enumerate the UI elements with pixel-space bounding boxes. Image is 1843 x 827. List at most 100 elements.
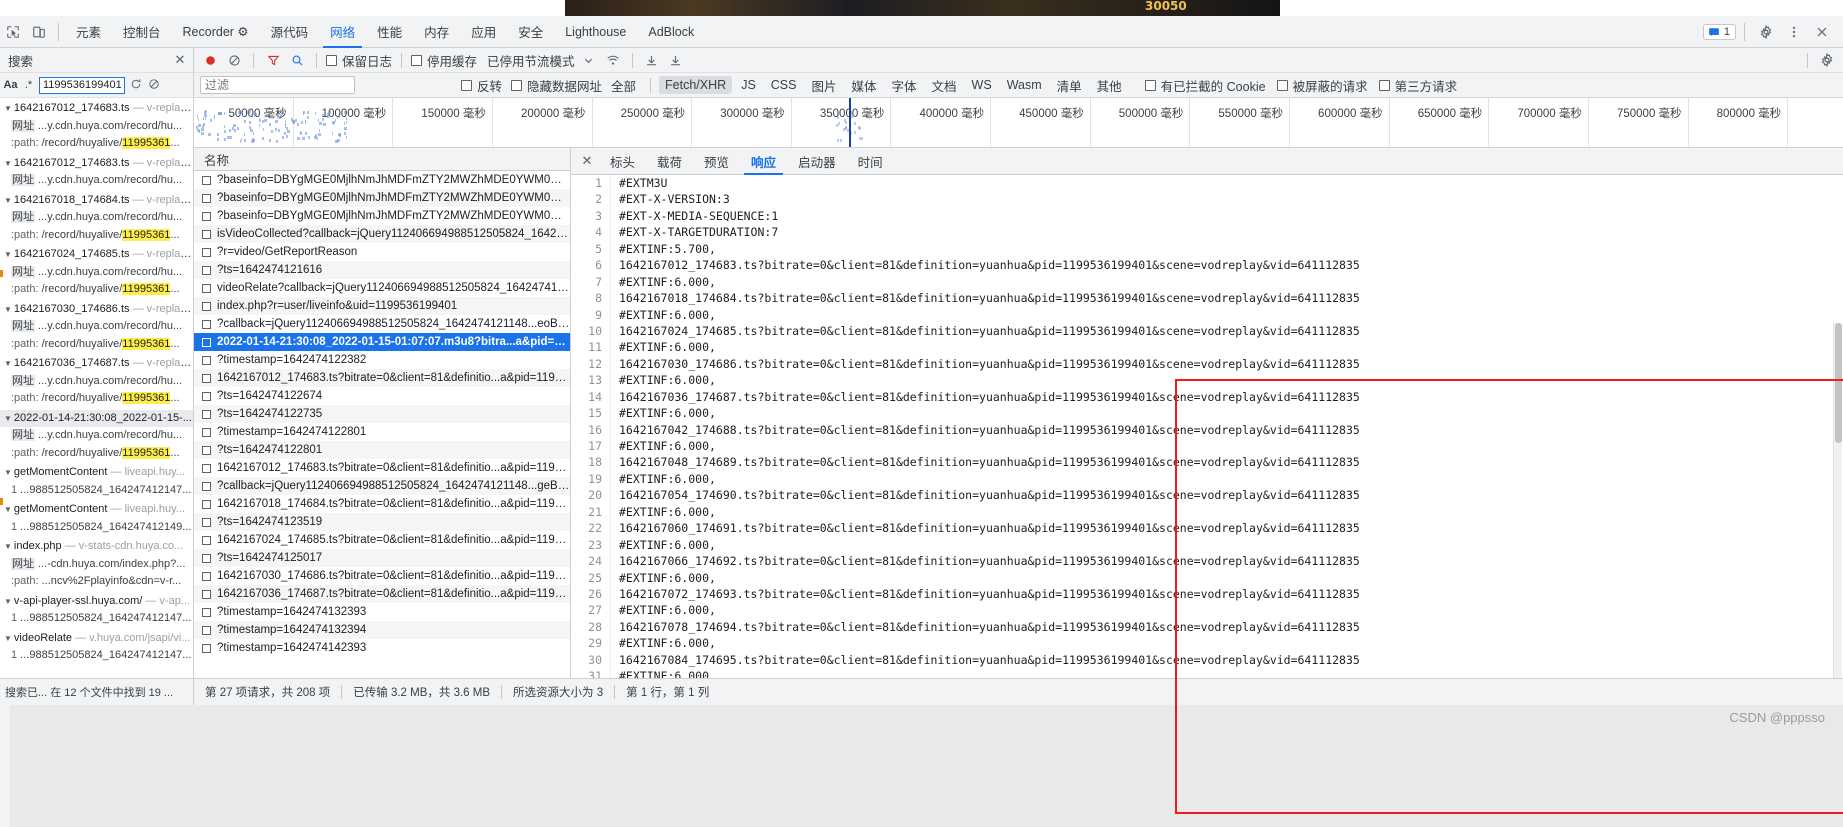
chevron-down-icon[interactable]: ▼: [4, 104, 12, 113]
search-result-header[interactable]: ▼ index.php — v-stats-cdn.huya.co...: [0, 538, 193, 556]
search-result-group[interactable]: ▼ getMomentContent — liveapi.huy... 1 ...9…: [0, 499, 193, 536]
search-result-group[interactable]: ▼ 1642167018_174684.ts — v-replay... 网址 ..…: [0, 190, 193, 245]
table-row[interactable]: 1642167012_174683.ts?bitrate=0&client=81…: [194, 369, 570, 387]
table-row[interactable]: 1642167018_174684.ts?bitrate=0&client=81…: [194, 495, 570, 513]
filter-type-css[interactable]: CSS: [765, 76, 803, 94]
export-har-icon[interactable]: [666, 50, 686, 70]
filter-type-fetchxhr[interactable]: Fetch/XHR: [659, 76, 732, 94]
search-result-header[interactable]: ▼ 1642167012_174683.ts — v-replay...: [0, 155, 193, 173]
search-result-line[interactable]: :path: /record/huyalive/11995361...: [0, 227, 193, 245]
table-row[interactable]: ?r=video/GetReportReason: [194, 243, 570, 261]
table-row[interactable]: ?ts=1642474125017: [194, 549, 570, 567]
message-count-badge[interactable]: 1: [1703, 24, 1736, 40]
filter-type-font[interactable]: 字体: [886, 74, 923, 97]
table-row[interactable]: ?ts=1642474121616: [194, 261, 570, 279]
match-case-button[interactable]: Aa: [3, 79, 18, 91]
filter-type-doc[interactable]: 文档: [926, 74, 963, 97]
throttling-label[interactable]: 已停用节流模式: [487, 51, 575, 70]
network-conditions-icon[interactable]: [603, 50, 623, 70]
search-result-header[interactable]: ▼ 1642167018_174684.ts — v-replay...: [0, 192, 193, 210]
search-result-group[interactable]: ▼ getMomentContent — liveapi.huy... 1 ...9…: [0, 462, 193, 499]
search-result-line[interactable]: :path: /record/huyalive/11995361...: [0, 135, 193, 153]
tab-memory[interactable]: 内存: [413, 16, 460, 48]
search-result-header[interactable]: ▼ 2022-01-14-21:30:08_2022-01-15-...: [0, 410, 193, 428]
search-result-line[interactable]: 网址 ...y.cdn.huya.com/record/hu...: [0, 172, 193, 190]
table-row[interactable]: ?callback=jQuery112406694988512505824_16…: [194, 477, 570, 495]
tab-console[interactable]: 控制台: [112, 16, 172, 48]
chevron-down-icon[interactable]: ▼: [4, 305, 12, 314]
preserve-log-checkbox[interactable]: 保留日志: [326, 51, 392, 70]
table-row[interactable]: index.php?r=user/liveinfo&uid=1199536199…: [194, 297, 570, 315]
table-row[interactable]: 2022-01-14-21:30:08_2022-01-15-01:07:07.…: [194, 333, 570, 351]
search-result-line[interactable]: 1 ...988512505824_164247412149...: [0, 519, 193, 537]
blocked-requests-checkbox[interactable]: 被屏蔽的请求: [1277, 76, 1368, 95]
table-row[interactable]: ?baseinfo=DBYgMGE0MjlhNmJhMDFmZTY2MWZhMD…: [194, 171, 570, 189]
invert-checkbox[interactable]: 反转: [461, 76, 502, 95]
third-party-checkbox[interactable]: 第三方请求: [1379, 76, 1458, 95]
table-row[interactable]: 1642167012_174683.ts?bitrate=0&client=81…: [194, 459, 570, 477]
detail-tab-timing[interactable]: 时间: [847, 148, 894, 175]
tab-security[interactable]: 安全: [507, 16, 554, 48]
close-icon[interactable]: ✕: [171, 52, 189, 68]
search-result-group[interactable]: ▼ 1642167012_174683.ts — v-replay... 网址 ..…: [0, 153, 193, 190]
chevron-down-icon[interactable]: ▼: [4, 359, 12, 368]
hide-data-urls-checkbox[interactable]: 隐藏数据网址: [511, 76, 602, 95]
search-result-line[interactable]: 1 ...988512505824_164247412147...: [0, 647, 193, 665]
close-icon[interactable]: [1809, 20, 1835, 44]
search-result-header[interactable]: ▼ getMomentContent — liveapi.huy...: [0, 501, 193, 519]
chevron-down-icon[interactable]: ▼: [4, 542, 12, 551]
disable-cache-checkbox[interactable]: 停用缓存: [411, 51, 477, 70]
chevron-down-icon[interactable]: ▼: [4, 250, 12, 259]
search-result-group[interactable]: ▼ 1642167030_174686.ts — v-replay... 网址 ..…: [0, 299, 193, 354]
table-row[interactable]: 1642167036_174687.ts?bitrate=0&client=81…: [194, 585, 570, 603]
filter-type-ws[interactable]: WS: [966, 76, 998, 94]
device-toolbar-icon[interactable]: [26, 20, 52, 44]
tab-elements[interactable]: 元素: [65, 16, 112, 48]
search-result-line[interactable]: :path: ...ncv%2Fplayinfo&cdn=v-r...: [0, 573, 193, 591]
search-result-line[interactable]: 1 ...988512505824_164247412147...: [0, 482, 193, 500]
table-row[interactable]: ?baseinfo=DBYgMGE0MjlhNmJhMDFmZTY2MWZhMD…: [194, 189, 570, 207]
table-row[interactable]: ?ts=1642474122735: [194, 405, 570, 423]
tab-application[interactable]: 应用: [460, 16, 507, 48]
search-result-group[interactable]: ▼ v-api-player-ssl.huya.com/ — v-ap... 1 .…: [0, 591, 193, 628]
search-result-line[interactable]: :path: /record/huyalive/11995361...: [0, 281, 193, 299]
tab-network[interactable]: 网络: [319, 16, 366, 48]
gear-icon[interactable]: [1753, 20, 1779, 44]
table-row[interactable]: ?baseinfo=DBYgMGE0MjlhNmJhMDFmZTY2MWZhMD…: [194, 207, 570, 225]
request-list-pane[interactable]: 名称 ?baseinfo=DBYgMGE0MjlhNmJhMDFmZTY2MWZ…: [194, 148, 571, 678]
search-result-header[interactable]: ▼ 1642167030_174686.ts — v-replay...: [0, 301, 193, 319]
import-har-icon[interactable]: [642, 50, 662, 70]
table-row[interactable]: ?ts=1642474123519: [194, 513, 570, 531]
table-row[interactable]: ?timestamp=1642474122801: [194, 423, 570, 441]
table-row[interactable]: ?timestamp=1642474132394: [194, 621, 570, 639]
table-row[interactable]: ?timestamp=1642474122382: [194, 351, 570, 369]
search-result-group[interactable]: ▼ index.php — v-stats-cdn.huya.co... 网址 ..…: [0, 536, 193, 591]
filter-type-js[interactable]: JS: [735, 76, 762, 94]
search-result-header[interactable]: ▼ v-api-player-ssl.huya.com/ — v-ap...: [0, 593, 193, 611]
search-result-header[interactable]: ▼ videoRelate — v.huya.com/jsapi/vi...: [0, 630, 193, 648]
search-result-line[interactable]: 网址 ...-cdn.huya.com/index.php?...: [0, 556, 193, 574]
search-icon[interactable]: [287, 50, 307, 70]
detail-tab-headers[interactable]: 标头: [599, 148, 646, 175]
table-row[interactable]: videoRelate?callback=jQuery1124066949885…: [194, 279, 570, 297]
chevron-down-icon[interactable]: ▼: [4, 159, 12, 168]
detail-tab-initiator[interactable]: 启动器: [787, 148, 847, 175]
chevron-down-icon[interactable]: ▼: [4, 196, 12, 205]
search-result-line[interactable]: 网址 ...y.cdn.huya.com/record/hu...: [0, 209, 193, 227]
detail-tab-response[interactable]: 响应: [740, 148, 787, 175]
filter-type-wasm[interactable]: Wasm: [1001, 76, 1048, 94]
table-row[interactable]: 1642167030_174686.ts?bitrate=0&client=81…: [194, 567, 570, 585]
table-row[interactable]: ?ts=1642474122674: [194, 387, 570, 405]
filter-funnel-icon[interactable]: [263, 50, 283, 70]
search-result-line[interactable]: :path: /record/huyalive/11995361...: [0, 445, 193, 463]
kebab-menu-icon[interactable]: [1781, 20, 1807, 44]
chevron-down-icon[interactable]: ▼: [4, 634, 12, 643]
search-result-group[interactable]: ▼ 1642167012_174683.ts — v-replay... 网址 ..…: [0, 98, 193, 153]
search-result-group[interactable]: ▼ videoRelate — v.huya.com/jsapi/vi... 1 .…: [0, 628, 193, 665]
search-result-line[interactable]: 网址 ...y.cdn.huya.com/record/hu...: [0, 427, 193, 445]
chevron-down-icon[interactable]: ▼: [4, 597, 12, 606]
search-result-header[interactable]: ▼ getMomentContent — liveapi.huy...: [0, 464, 193, 482]
table-row[interactable]: isVideoCollected?callback=jQuery11240669…: [194, 225, 570, 243]
inspect-element-icon[interactable]: [0, 20, 26, 44]
search-results-list[interactable]: ▼ 1642167012_174683.ts — v-replay... 网址 ..…: [0, 98, 194, 678]
